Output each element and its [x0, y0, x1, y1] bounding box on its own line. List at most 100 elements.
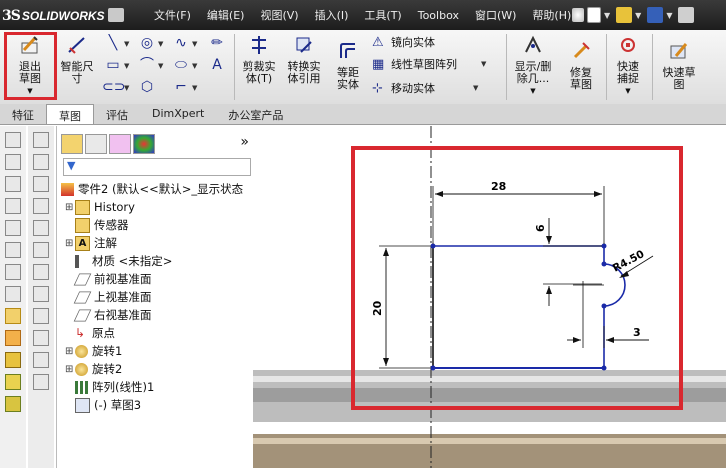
chevron-down-icon[interactable]: ▼ [158, 40, 163, 48]
table-icon[interactable] [33, 374, 49, 390]
save-icon[interactable] [647, 7, 664, 23]
menu-file[interactable]: 文件(F) [146, 7, 199, 23]
chevron-down-icon[interactable]: ▼ [124, 40, 129, 48]
expand-panel-icon[interactable]: » [240, 134, 249, 150]
chamfer-icon[interactable] [5, 286, 21, 302]
menu-view[interactable]: 视图(V) [252, 7, 306, 23]
tree-item-linear-pattern1[interactable]: 阵列(线性)1 [57, 378, 253, 396]
chevron-down-icon[interactable]: ▼ [635, 11, 641, 20]
menu-window[interactable]: 窗口(W) [467, 7, 524, 23]
tab-features[interactable]: 特征 [0, 104, 46, 124]
repair-sketch-button[interactable]: 修复草图 [560, 40, 602, 91]
smart-dimension-icon[interactable] [5, 330, 21, 346]
tree-item-annotations[interactable]: ⊞ A 注解 [57, 234, 253, 252]
rectangle-tool-icon[interactable]: ▭ [102, 56, 124, 74]
fillet-icon[interactable] [5, 264, 21, 280]
move-entities-button[interactable]: ⊹ 移动实体 ▼ [372, 80, 478, 96]
loft-icon[interactable] [5, 198, 21, 214]
grid-icon[interactable] [33, 132, 49, 148]
expand-icon[interactable]: ⊞ [65, 364, 75, 375]
tree-item-sketch3[interactable]: (-) 草图3 [57, 396, 253, 414]
display-delete-relations-button[interactable]: 显示/删除几... ▼ [510, 34, 556, 97]
tree-item-material[interactable]: 材质 <未指定> [57, 252, 253, 270]
expand-icon[interactable]: ⊞ [65, 346, 75, 357]
logo-arrow-icon[interactable] [108, 8, 124, 22]
chevron-down-icon[interactable]: ▼ [481, 60, 486, 68]
text-tool-icon[interactable]: A [206, 56, 228, 74]
sweep-icon[interactable] [5, 176, 21, 192]
linear-pattern-icon[interactable] [33, 286, 49, 302]
feature-filter-input[interactable]: ▼ [63, 158, 251, 176]
tab-evaluate[interactable]: 评估 [94, 104, 140, 124]
extrude-cut-icon[interactable] [5, 220, 21, 236]
expand-icon[interactable]: ⊞ [65, 202, 75, 213]
chevron-down-icon[interactable]: ▼ [192, 40, 197, 48]
tab-office-products[interactable]: 办公室产品 [216, 104, 295, 124]
configuration-manager-tab-icon[interactable] [109, 134, 131, 154]
graphics-area[interactable]: 28 20 6 3 R4.50 [253, 126, 726, 468]
chevron-down-icon[interactable]: ▼ [604, 11, 610, 20]
chevron-down-icon[interactable]: ▼ [124, 62, 129, 70]
revolve-boss-icon[interactable] [5, 154, 21, 170]
pin-icon[interactable] [572, 8, 584, 22]
sketch-point[interactable] [601, 243, 607, 249]
dimension-3-label[interactable]: 3 [633, 326, 641, 339]
circular-pattern-icon[interactable] [33, 308, 49, 324]
chevron-down-icon[interactable]: ▼ [510, 85, 556, 97]
tree-item-right-plane[interactable]: 右视基准面 [57, 306, 253, 324]
curves-icon[interactable] [5, 396, 21, 412]
polygon-tool-icon[interactable]: ⬡ [136, 78, 158, 96]
slot-tool-icon[interactable]: ⊂⊃ [102, 78, 125, 96]
tree-item-revolve1[interactable]: ⊞ 旋转1 [57, 342, 253, 360]
tree-item-front-plane[interactable]: 前视基准面 [57, 270, 253, 288]
tree-item-origin[interactable]: ↳ 原点 [57, 324, 253, 342]
sketch-point[interactable] [601, 365, 607, 371]
intersect-icon[interactable] [33, 352, 49, 368]
mirror-feature-icon[interactable] [33, 264, 49, 280]
tree-item-revolve2[interactable]: ⊞ 旋转2 [57, 360, 253, 378]
display-manager-tab-icon[interactable] [133, 134, 155, 154]
convert-entities-button[interactable]: 转换实体引用 [282, 34, 326, 85]
hole-icon[interactable] [33, 330, 49, 346]
sketch-point[interactable] [601, 303, 607, 309]
mirror-entities-button[interactable]: ⚠ 镜向实体 [372, 34, 435, 50]
menu-edit[interactable]: 编辑(E) [199, 7, 253, 23]
property-manager-tab-icon[interactable] [85, 134, 107, 154]
open-folder-icon[interactable] [616, 7, 633, 23]
rapid-sketch-button[interactable]: 快速草图 [656, 40, 702, 91]
chevron-down-icon[interactable]: ▼ [158, 62, 163, 70]
draft-icon[interactable] [33, 198, 49, 214]
wrap-icon[interactable] [33, 220, 49, 236]
point-tool-icon[interactable]: ✏ [206, 34, 228, 52]
relations-icon[interactable] [5, 352, 21, 368]
circle-tool-icon[interactable]: ◎ [136, 34, 158, 52]
sketch-icon[interactable] [5, 308, 21, 324]
trim-entities-button[interactable]: 剪裁实体(T) [238, 34, 280, 85]
menu-toolbox[interactable]: Toolbox [410, 9, 467, 22]
chevron-down-icon[interactable]: ▼ [666, 11, 672, 20]
quick-snaps-button[interactable]: 快速捕捉 ▼ [610, 34, 646, 97]
tree-item-top-plane[interactable]: 上视基准面 [57, 288, 253, 306]
dimension-20-label[interactable]: 20 [371, 300, 384, 316]
line-tool-icon[interactable]: ╲ [102, 34, 124, 52]
chevron-down-icon[interactable]: ▼ [124, 84, 129, 92]
chevron-down-icon[interactable]: ▼ [192, 62, 197, 70]
sketch-point[interactable] [430, 365, 436, 371]
print-icon[interactable] [678, 7, 695, 23]
extrude-boss-icon[interactable] [5, 132, 21, 148]
arc-tool-icon[interactable]: ⌒ [136, 56, 158, 74]
reference-geometry-icon[interactable] [5, 374, 21, 390]
sketch-point[interactable] [430, 243, 436, 249]
menu-insert[interactable]: 插入(I) [307, 7, 357, 23]
dimension-28-label[interactable]: 28 [491, 180, 506, 193]
sketch-point[interactable] [601, 261, 607, 267]
expand-icon[interactable]: ⊞ [65, 238, 75, 249]
shell-icon[interactable] [33, 154, 49, 170]
chevron-down-icon[interactable]: ▼ [473, 84, 478, 92]
tab-sketch[interactable]: 草图 [46, 104, 94, 124]
chevron-down-icon[interactable]: ▼ [610, 85, 646, 97]
radius-label[interactable]: R4.50 [611, 248, 647, 275]
dimension-6-label[interactable]: 6 [534, 224, 547, 232]
new-document-icon[interactable] [587, 7, 601, 23]
tree-item-history[interactable]: ⊞ History [57, 198, 253, 216]
